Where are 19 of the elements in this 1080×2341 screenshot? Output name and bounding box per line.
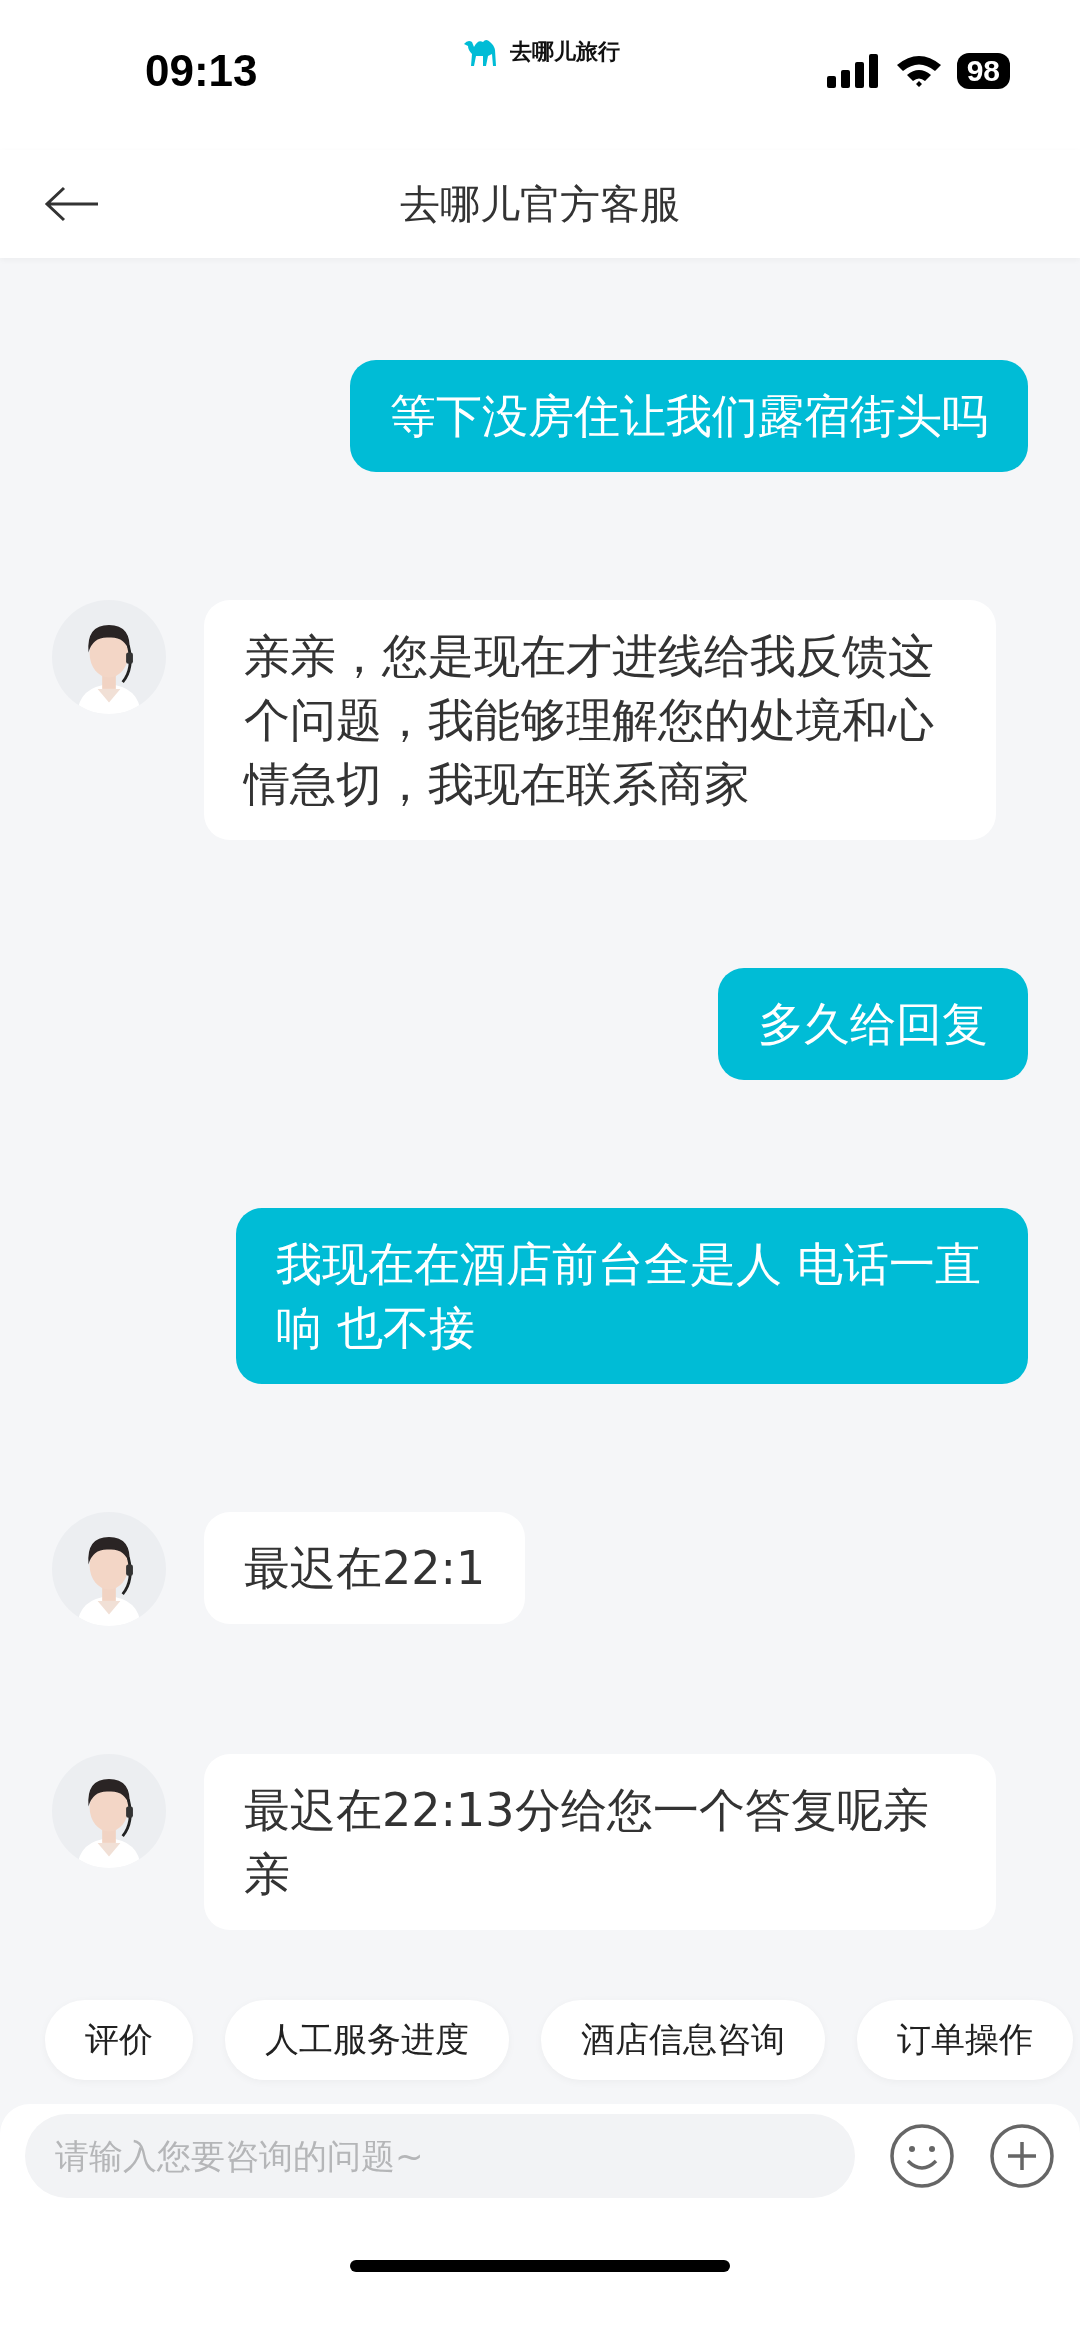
status-time: 09:13 bbox=[145, 46, 258, 96]
chat-title: 去哪儿官方客服 bbox=[400, 179, 680, 229]
message-bubble: 最迟在22:13分给您一个答复呢亲亲 bbox=[204, 1754, 996, 1930]
emoji-icon[interactable] bbox=[889, 2123, 955, 2189]
message-bubble: 最迟在22:1 bbox=[204, 1512, 526, 1624]
add-icon[interactable] bbox=[989, 2123, 1055, 2189]
signal-icon bbox=[826, 54, 881, 88]
message-input[interactable]: 请输入您要咨询的问题~ bbox=[25, 2114, 855, 2198]
quick-reply-chip[interactable]: 人工服务进度 bbox=[225, 2000, 509, 2080]
message-bubble: 等下没房住让我们露宿街头吗 bbox=[350, 360, 1028, 472]
message-bubble: 多久给回复 bbox=[718, 968, 1028, 1080]
back-icon[interactable] bbox=[44, 186, 100, 222]
quick-reply-chip[interactable]: 订单操作 bbox=[857, 2000, 1073, 2080]
message-bubble: 我现在在酒店前台全是人 电话一直响 也不接 bbox=[236, 1208, 1028, 1384]
quick-reply-chip[interactable]: 酒店信息咨询 bbox=[541, 2000, 825, 2080]
app-label: 去哪儿旅行 bbox=[510, 38, 620, 66]
battery-level: 98 bbox=[956, 53, 1010, 89]
message-bubble: 亲亲，您是现在才进线给我反馈这个问题，我能够理解您的处境和心情急切，我现在联系商家 bbox=[204, 600, 996, 840]
quick-reply-chip[interactable]: 评价 bbox=[45, 2000, 193, 2080]
